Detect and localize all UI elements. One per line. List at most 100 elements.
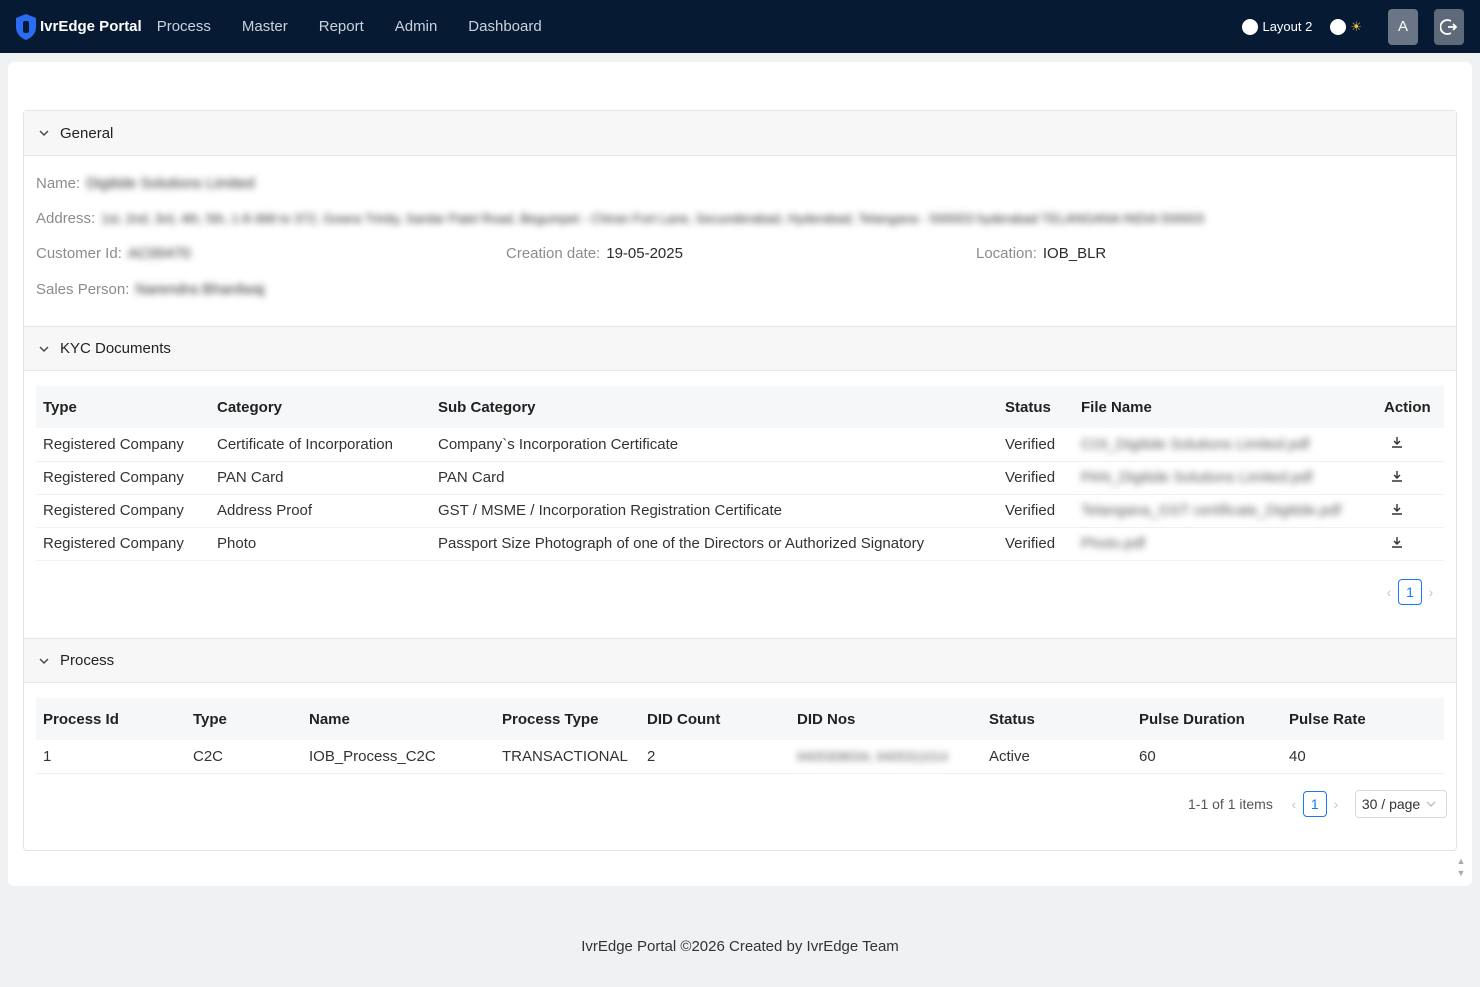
nav-item-process[interactable]: Process: [157, 18, 211, 35]
process-page-1-button[interactable]: 1: [1302, 791, 1327, 817]
process-cell-process-type: TRANSACTIONAL: [495, 740, 640, 774]
kyc-table: Type Category Sub Category Status File N…: [36, 386, 1444, 561]
sales-person-label: Sales Person:: [36, 281, 130, 298]
kyc-col-action: Action: [1377, 386, 1444, 428]
kyc-cell-category: Address Proof: [210, 494, 431, 528]
kyc-cell-sub-category: PAN Card: [431, 461, 998, 495]
kyc-section-header[interactable]: KYC Documents: [24, 326, 1456, 371]
prev-page-button[interactable]: ‹: [1285, 796, 1303, 812]
nav-item-report[interactable]: Report: [319, 18, 364, 35]
process-col-did-count[interactable]: DID Count: [640, 698, 790, 740]
kyc-page-1-button[interactable]: 1: [1398, 579, 1422, 605]
kyc-cell-type: Registered Company: [36, 527, 210, 561]
process-col-status[interactable]: Status: [982, 698, 1132, 740]
chevron-down-icon: [38, 343, 50, 355]
next-page-button[interactable]: ›: [1422, 584, 1440, 600]
process-col-id[interactable]: Process Id: [36, 698, 186, 740]
download-button[interactable]: [1377, 494, 1444, 528]
table-row: Registered Company Certificate of Incorp…: [36, 428, 1444, 462]
table-row: Registered Company Address Proof GST / M…: [36, 494, 1444, 528]
table-row: Registered Company PAN Card PAN Card Ver…: [36, 461, 1444, 495]
prev-page-button[interactable]: ‹: [1380, 584, 1398, 600]
customer-id-label: Customer Id:: [36, 245, 122, 262]
process-col-pulse-duration[interactable]: Pulse Duration: [1132, 698, 1282, 740]
kyc-cell-type: Registered Company: [36, 494, 210, 528]
general-section-header[interactable]: General: [24, 111, 1456, 156]
process-cell-id: 1: [36, 740, 186, 774]
process-col-type[interactable]: Type: [186, 698, 302, 740]
kyc-cell-status: Verified: [998, 494, 1074, 528]
process-section-title: Process: [60, 652, 115, 669]
kyc-cell-file-name: COI_Digitide Solutions Limited.pdf: [1074, 428, 1377, 462]
logout-icon: [1440, 18, 1458, 35]
nav-item-master[interactable]: Master: [242, 18, 288, 35]
location-value: IOB_BLR: [1042, 245, 1107, 262]
customer-id-field: Customer Id: AC00470: [36, 245, 190, 262]
process-table: Process Id Type Name Process Type DID Co…: [36, 698, 1444, 774]
download-icon: [1392, 470, 1402, 482]
app-name: IvrEdge Portal: [40, 18, 142, 35]
kyc-cell-status: Verified: [998, 527, 1074, 561]
process-cell-type: C2C: [186, 740, 302, 774]
customer-id-value: AC00470: [127, 245, 191, 262]
nav-item-admin[interactable]: Admin: [395, 18, 438, 35]
kyc-cell-file-name: PAN_Digitide Solutions Limited.pdf: [1074, 461, 1377, 495]
chevron-down-icon: [1426, 801, 1436, 807]
nav-item-dashboard[interactable]: Dashboard: [468, 18, 541, 35]
logout-button[interactable]: [1434, 8, 1464, 45]
sun-icon: ☀: [1350, 18, 1362, 34]
process-cell-pulse-duration: 60: [1132, 740, 1282, 774]
chevron-down-icon: [38, 127, 50, 139]
page-size-select[interactable]: 30 / page: [1354, 790, 1447, 818]
process-col-process-type[interactable]: Process Type: [495, 698, 640, 740]
kyc-col-type[interactable]: Type: [36, 386, 210, 428]
name-field: Name: Digitide Solutions Limited: [36, 175, 255, 192]
location-label: Location:: [976, 245, 1037, 262]
sales-person-value: Narendra Bhardwaj: [135, 281, 265, 298]
kyc-cell-sub-category: GST / MSME / Incorporation Registration …: [431, 494, 998, 528]
kyc-cell-type: Registered Company: [36, 428, 210, 462]
download-button[interactable]: [1377, 461, 1444, 495]
process-col-did-nos[interactable]: DID Nos: [790, 698, 982, 740]
kyc-cell-status: Verified: [998, 428, 1074, 462]
location-field: Location: IOB_BLR: [976, 245, 1106, 262]
kyc-cell-status: Verified: [998, 461, 1074, 495]
download-icon: [1392, 437, 1402, 448]
table-row: 1 C2C IOB_Process_C2C TRANSACTIONAL 2 94…: [36, 740, 1444, 774]
sales-person-field: Sales Person: Narendra Bhardwaj: [36, 281, 265, 298]
footer: IvrEdge Portal ©2026 Created by IvrEdge …: [581, 938, 899, 955]
avatar-button[interactable]: A: [1388, 8, 1418, 45]
kyc-col-file-name[interactable]: File Name: [1074, 386, 1377, 428]
process-cell-status: Active: [982, 740, 1132, 774]
creation-date-value: 19-05-2025: [606, 245, 683, 262]
kyc-cell-category: Certificate of Incorporation: [210, 428, 431, 462]
kyc-cell-file-name: Telangana_GST certificate_Digitide.pdf: [1074, 494, 1377, 528]
table-scrollbar[interactable]: ▲ ▼: [1456, 855, 1466, 879]
items-summary: 1-1 of 1 items: [1188, 796, 1273, 812]
kyc-col-sub-category[interactable]: Sub Category: [431, 386, 998, 428]
process-col-name[interactable]: Name: [302, 698, 495, 740]
address-field: Address: 1st, 2nd, 3rd, 4th, 5th, 1-8-368…: [36, 210, 1204, 227]
layout-toggle[interactable]: [1242, 18, 1259, 35]
process-section-header[interactable]: Process: [24, 638, 1456, 683]
download-icon: [1392, 503, 1402, 515]
content-card: General Name: Digitide Solutions Limited …: [8, 62, 1472, 886]
kyc-cell-type: Registered Company: [36, 461, 210, 495]
address-label: Address:: [36, 210, 96, 227]
download-button[interactable]: [1377, 428, 1444, 462]
process-cell-name: IOB_Process_C2C: [302, 740, 495, 774]
kyc-section-title: KYC Documents: [60, 340, 171, 357]
creation-date-label: Creation date:: [506, 245, 601, 262]
next-page-button[interactable]: ›: [1327, 796, 1345, 812]
process-col-pulse-rate[interactable]: Pulse Rate: [1282, 698, 1444, 740]
download-button[interactable]: [1377, 527, 1444, 561]
process-table-header: Process Id Type Name Process Type DID Co…: [36, 698, 1444, 740]
kyc-col-status[interactable]: Status: [998, 386, 1074, 428]
kyc-col-category[interactable]: Category: [210, 386, 431, 428]
brand[interactable]: IvrEdge Portal: [14, 13, 142, 41]
topbar-controls: Layout 2 ☀ A: [1242, 0, 1480, 53]
process-cell-did-count: 2: [640, 740, 790, 774]
customer-details-panel: General Name: Digitide Solutions Limited …: [23, 110, 1465, 878]
theme-toggle[interactable]: [1330, 18, 1347, 35]
general-section-title: General: [60, 124, 114, 142]
